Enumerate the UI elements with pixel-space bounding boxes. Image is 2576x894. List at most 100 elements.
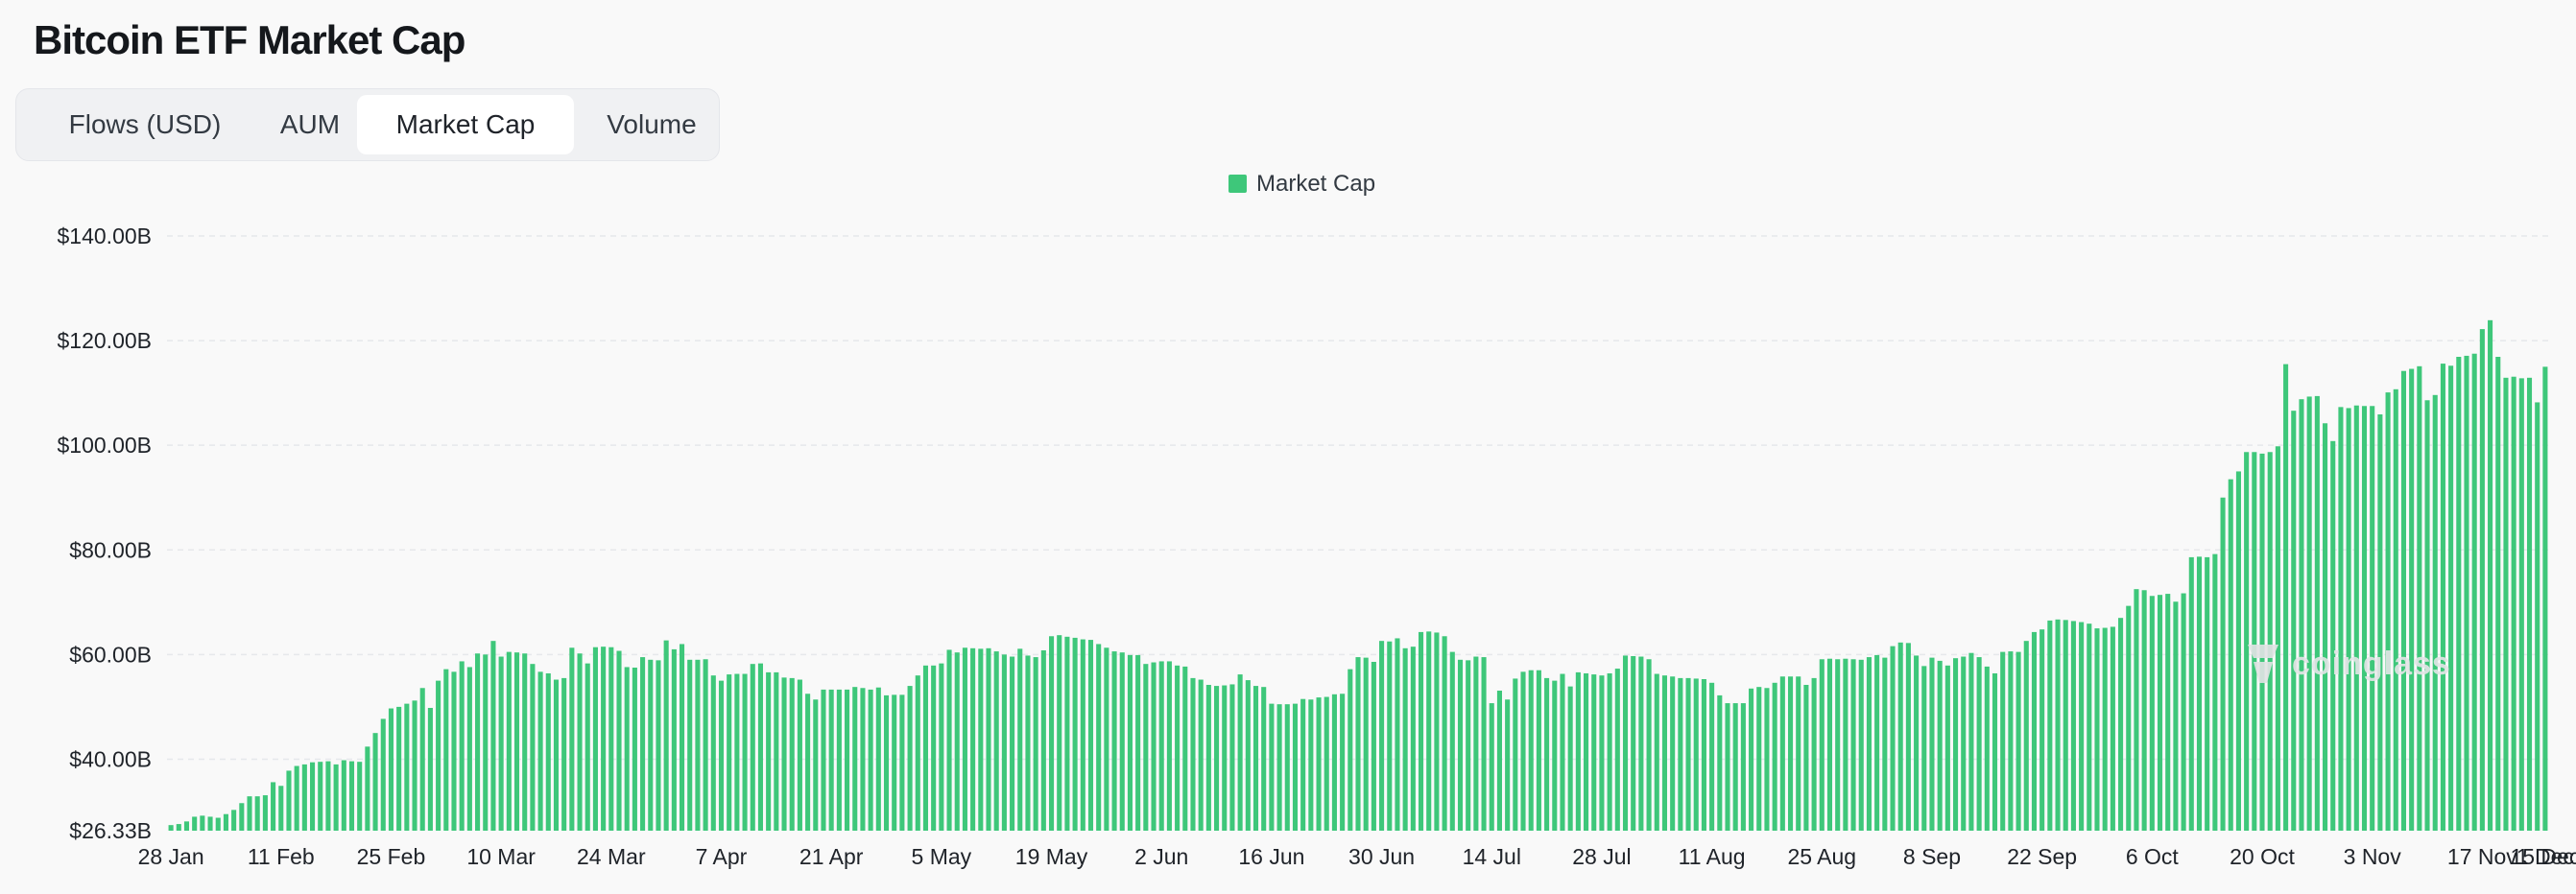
bar[interactable] <box>537 671 543 831</box>
bar[interactable] <box>1575 671 1581 831</box>
bar[interactable] <box>513 652 520 831</box>
bar[interactable] <box>286 770 292 831</box>
bar[interactable] <box>1567 686 1573 831</box>
bar[interactable] <box>168 825 174 831</box>
bar[interactable] <box>1921 666 1927 831</box>
bar[interactable] <box>1803 684 1809 831</box>
bar[interactable] <box>1057 635 1062 831</box>
bar[interactable] <box>1072 637 1078 831</box>
bar[interactable] <box>1426 631 1432 831</box>
bar[interactable] <box>1010 656 1015 831</box>
bar[interactable] <box>1685 677 1691 831</box>
bar[interactable] <box>757 663 763 831</box>
bar[interactable] <box>868 689 873 831</box>
bar[interactable] <box>271 782 276 831</box>
bar[interactable] <box>1701 678 1706 831</box>
bar[interactable] <box>545 672 551 831</box>
bar[interactable] <box>2212 553 2218 831</box>
bar[interactable] <box>1300 698 1306 831</box>
bar[interactable] <box>1237 674 1243 831</box>
bar[interactable] <box>2134 589 2139 831</box>
bar[interactable] <box>1631 655 1636 831</box>
bar[interactable] <box>2432 394 2438 831</box>
bar[interactable] <box>946 649 952 831</box>
bar[interactable] <box>836 689 842 831</box>
bar[interactable] <box>2102 627 2108 831</box>
bar[interactable] <box>750 664 755 831</box>
bar[interactable] <box>2047 620 2053 831</box>
bar[interactable] <box>427 707 433 831</box>
bar[interactable] <box>1505 699 1511 831</box>
bar[interactable] <box>1104 647 1109 831</box>
bar[interactable] <box>1552 680 1558 831</box>
bar[interactable] <box>569 647 575 831</box>
bar[interactable] <box>2471 353 2477 831</box>
bar[interactable] <box>1119 652 1125 831</box>
bar[interactable] <box>2370 406 2375 831</box>
bar[interactable] <box>781 677 787 831</box>
bar[interactable] <box>1496 690 1502 831</box>
bar[interactable] <box>821 689 826 831</box>
bar[interactable] <box>341 760 346 831</box>
bar[interactable] <box>1661 675 1668 831</box>
bar[interactable] <box>278 786 284 831</box>
bar[interactable] <box>1087 640 1094 831</box>
bar[interactable] <box>1481 657 1487 831</box>
bar[interactable] <box>584 663 590 831</box>
tab-aum[interactable]: AUM <box>247 95 373 154</box>
bar[interactable] <box>183 821 190 831</box>
bar[interactable] <box>1992 672 1998 831</box>
bar[interactable] <box>1944 665 1950 831</box>
bar[interactable] <box>1874 654 1880 831</box>
bar[interactable] <box>1953 658 1959 831</box>
bar[interactable] <box>1709 682 1715 831</box>
bar[interactable] <box>2157 595 2163 831</box>
bar[interactable] <box>915 675 920 831</box>
bar[interactable] <box>1489 703 1494 831</box>
bar[interactable] <box>1968 652 1974 831</box>
bar[interactable] <box>1976 657 1982 831</box>
bar[interactable] <box>656 660 661 831</box>
bar[interactable] <box>1536 670 1541 831</box>
bar[interactable] <box>797 679 802 831</box>
bar[interactable] <box>2055 619 2061 831</box>
bar[interactable] <box>553 679 560 831</box>
bar[interactable] <box>978 648 984 831</box>
bar[interactable] <box>1127 654 1133 831</box>
bar[interactable] <box>1654 673 1659 831</box>
bar[interactable] <box>805 694 811 831</box>
bar[interactable] <box>2205 556 2210 831</box>
bar[interactable] <box>1756 687 1762 831</box>
bar[interactable] <box>2526 377 2533 831</box>
bar[interactable] <box>1222 685 1228 831</box>
bar[interactable] <box>2070 621 2076 831</box>
bar[interactable] <box>1418 631 1424 831</box>
bar[interactable] <box>671 648 677 831</box>
bar[interactable] <box>2535 402 2540 831</box>
bar[interactable] <box>1984 666 1990 831</box>
chart-legend[interactable]: Market Cap <box>1228 171 1375 197</box>
bar[interactable] <box>2479 329 2485 832</box>
bar[interactable] <box>1324 696 1329 831</box>
bar[interactable] <box>1678 677 1683 831</box>
bar[interactable] <box>875 687 881 831</box>
bar[interactable] <box>1607 672 1612 831</box>
bar[interactable] <box>530 664 536 831</box>
bar[interactable] <box>1560 673 1565 831</box>
bar[interactable] <box>1622 655 1629 831</box>
bar[interactable] <box>1937 660 1943 831</box>
bar[interactable] <box>640 657 646 831</box>
bar[interactable] <box>727 674 732 831</box>
bar[interactable] <box>2000 651 2006 831</box>
bar[interactable] <box>459 661 465 831</box>
bar[interactable] <box>1292 703 1299 831</box>
bar[interactable] <box>2456 357 2462 831</box>
bar[interactable] <box>2417 365 2422 831</box>
bar[interactable] <box>1779 676 1785 831</box>
bar[interactable] <box>1584 672 1589 831</box>
tab-market-cap[interactable]: Market Cap <box>357 95 574 154</box>
bar[interactable] <box>845 689 850 831</box>
bar[interactable] <box>2110 626 2115 831</box>
bar[interactable] <box>742 673 748 831</box>
bar[interactable] <box>1025 655 1031 831</box>
